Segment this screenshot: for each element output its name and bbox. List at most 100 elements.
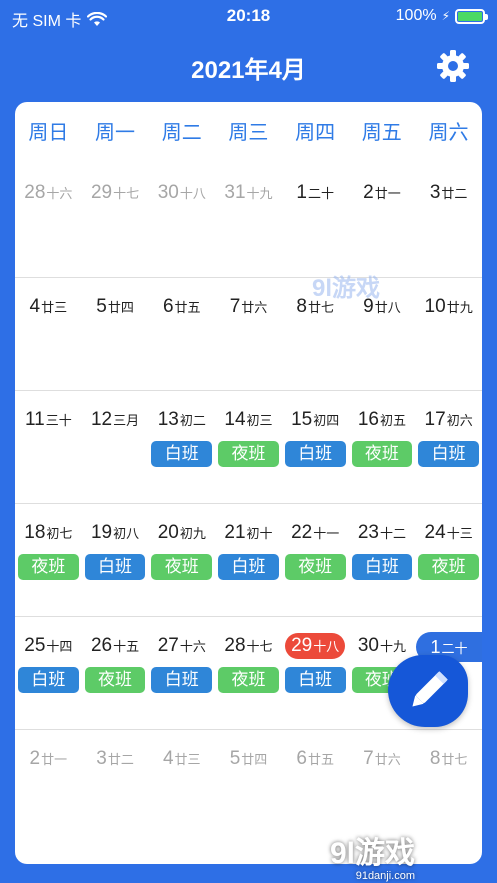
day-shift-badge[interactable]: 白班 [284, 441, 346, 467]
day-cell[interactable]: 11三十 [15, 391, 82, 504]
day-label: 17初六 [415, 407, 482, 434]
night-shift-badge[interactable]: 夜班 [18, 554, 79, 580]
day-shift-badge[interactable]: 白班 [151, 667, 213, 693]
lunar-date: 廿三 [174, 752, 201, 767]
status-bar: 无 SIM 卡 20:18 100% ⚡ [0, 0, 497, 34]
day-cell[interactable]: 10廿九 [415, 278, 482, 391]
lunar-date: 廿五 [307, 752, 334, 767]
lunar-date: 初二 [179, 413, 206, 428]
day-label: 31十九 [215, 180, 282, 207]
day-number: 12 [90, 409, 113, 430]
day-label: 23十二 [349, 520, 416, 547]
day-cell[interactable]: 27十六 白班 [148, 617, 215, 730]
lunar-date: 初九 [179, 526, 206, 541]
weekday-label: 周三 [228, 122, 269, 144]
day-label: 22十一 [282, 520, 349, 547]
day-cell[interactable]: 18初七夜班 [15, 504, 82, 617]
day-shift-badge[interactable]: 白班 [84, 554, 146, 580]
night-shift-badge[interactable]: 夜班 [218, 667, 279, 693]
lunar-date: 十六 [179, 639, 206, 654]
day-number: 5 [229, 748, 241, 769]
day-cell[interactable]: 16初五 夜班 [349, 391, 416, 504]
day-cell[interactable]: 6廿五 [148, 278, 215, 391]
night-shift-badge[interactable]: 夜班 [351, 441, 413, 467]
day-label: 8廿七 [415, 746, 482, 773]
day-cell[interactable]: 21初十 白班 [215, 504, 282, 617]
night-shift-badge[interactable]: 夜班 [84, 667, 146, 693]
day-cell[interactable]: 30十八 [148, 164, 215, 277]
day-cell[interactable]: 5廿四 [82, 278, 149, 391]
lunar-date: 十三 [446, 526, 473, 541]
day-cell[interactable]: 12三月 [82, 391, 149, 504]
day-cell[interactable]: 19初八 白班 [82, 504, 149, 617]
pencil-icon [412, 671, 448, 707]
lunar-date: 廿三 [41, 300, 68, 315]
day-cell[interactable]: 25十四白班 [15, 617, 82, 730]
week-row: 2廿一 3廿二 4廿三 5廿四 6廿五 7廿六 8廿七 [15, 729, 482, 842]
night-shift-badge[interactable]: 夜班 [418, 554, 479, 580]
day-number: 31 [224, 182, 246, 203]
day-cell[interactable]: 3廿二 [415, 164, 482, 277]
day-cell[interactable]: 14初三夜班 [215, 391, 282, 504]
day-number: 3 [429, 182, 441, 203]
day-shift-badge[interactable]: 白班 [218, 554, 279, 580]
month-title[interactable]: 2021年4月 [0, 50, 497, 85]
day-label: 28十七 [215, 633, 282, 660]
night-shift-badge[interactable]: 夜班 [151, 554, 213, 580]
weekday-header: 周日 周一 周二 周三 周四 周五 周六 [15, 102, 482, 164]
day-cell[interactable]: 29十七 [82, 164, 149, 277]
lunar-date: 廿二 [441, 186, 468, 201]
day-cell[interactable]: 3廿二 [82, 730, 149, 843]
day-number: 15 [291, 409, 313, 430]
day-cell[interactable]: 26十五 夜班 [82, 617, 149, 730]
day-cell[interactable]: 1二十 [282, 164, 349, 277]
day-cell[interactable]: 8廿七 [415, 730, 482, 843]
day-cell[interactable]: 6廿五 [282, 730, 349, 843]
day-label: 11三十 [15, 407, 82, 434]
gear-icon[interactable] [435, 48, 471, 84]
day-cell[interactable]: 13初二 白班 [148, 391, 215, 504]
lunar-date: 廿一 [41, 752, 68, 767]
lunar-date: 十四 [46, 639, 73, 654]
day-cell[interactable]: 29十八 白班 [282, 617, 349, 730]
day-cell[interactable]: 17初六白班 [415, 391, 482, 504]
day-cell[interactable]: 20初九 夜班 [148, 504, 215, 617]
day-cell[interactable]: 7廿六 [215, 278, 282, 391]
day-cell[interactable]: 7廿六 [349, 730, 416, 843]
day-label: 6廿五 [282, 746, 349, 773]
weekday-label: 周二 [161, 122, 202, 144]
day-number: 24 [424, 522, 446, 543]
day-shift-badge[interactable]: 白班 [284, 667, 346, 693]
day-cell[interactable]: 4廿三 [148, 730, 215, 843]
edit-shift-button[interactable] [388, 655, 468, 727]
day-label: 28十六 [15, 180, 82, 207]
night-shift-badge[interactable]: 夜班 [284, 554, 346, 580]
day-cell[interactable]: 22十一夜班 [282, 504, 349, 617]
day-cell[interactable]: 28十七夜班 [215, 617, 282, 730]
day-cell[interactable]: 5廿四 [215, 730, 282, 843]
day-shift-badge[interactable]: 白班 [418, 441, 479, 467]
weekday-label: 周四 [295, 122, 336, 144]
day-number: 18 [24, 522, 46, 543]
night-shift-badge[interactable]: 夜班 [218, 441, 279, 467]
day-cell[interactable]: 2廿一 [15, 730, 82, 843]
day-number: 25 [24, 635, 46, 656]
lunar-date: 廿二 [107, 752, 134, 767]
watermark-corner-url: 91danji.com [355, 870, 416, 882]
day-number: 10 [424, 296, 446, 317]
day-label: 5廿四 [215, 746, 282, 773]
day-label: 14初三 [215, 407, 282, 434]
day-shift-badge[interactable]: 白班 [18, 667, 79, 693]
day-shift-badge[interactable]: 白班 [151, 441, 213, 467]
day-shift-badge[interactable]: 白班 [351, 554, 413, 580]
day-cell[interactable]: 24十三夜班 [415, 504, 482, 617]
day-cell[interactable]: 28十六 [15, 164, 82, 277]
day-cell[interactable]: 4廿三 [15, 278, 82, 391]
day-label: 2廿一 [15, 746, 82, 773]
day-cell[interactable]: 31十九 [215, 164, 282, 277]
day-cell[interactable]: 15初四 白班 [282, 391, 349, 504]
day-cell[interactable]: 2廿一 [349, 164, 416, 277]
day-cell[interactable]: 23十二白班 [349, 504, 416, 617]
header: 2021年4月 [0, 34, 497, 100]
lunar-date: 初七 [46, 526, 73, 541]
